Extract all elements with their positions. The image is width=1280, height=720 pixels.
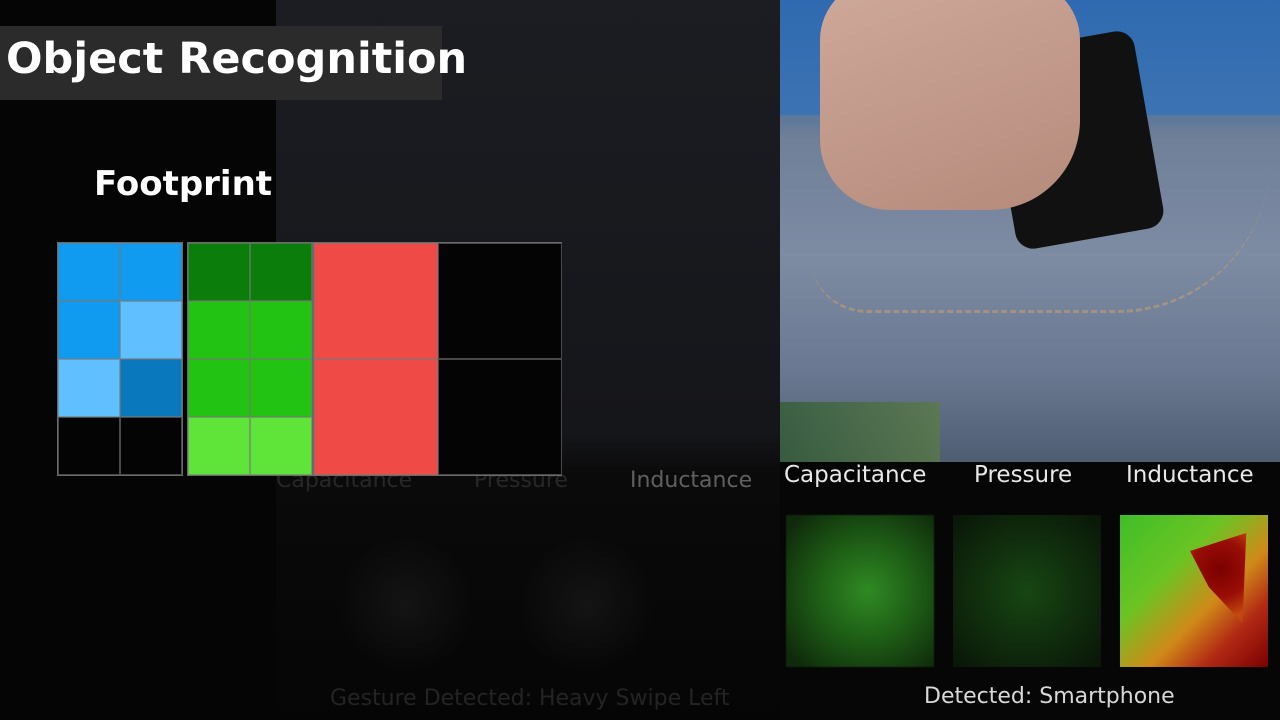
faded-heatmap-blob (336, 535, 476, 675)
footprint-grid-inductance (313, 242, 562, 476)
footprint-cell (120, 359, 182, 417)
mid-inductance-label: Inductance (630, 468, 753, 493)
footprint-cell (58, 243, 120, 301)
capacitance-label: Capacitance (784, 462, 927, 488)
footprint-cell (250, 243, 312, 301)
footprint-cell (314, 243, 438, 359)
footprint-cell (188, 359, 250, 417)
faded-heatmap-blob (516, 535, 656, 675)
grass (780, 402, 940, 462)
footprint-cell (250, 359, 312, 417)
inductance-label: Inductance (1126, 462, 1254, 488)
hand (820, 0, 1080, 210)
pressure-label: Pressure (974, 462, 1073, 488)
footprint-grid-pressure (187, 242, 313, 476)
pressure-heatmap (953, 515, 1101, 667)
page-title: Object Recognition (6, 34, 468, 84)
footprint-cell (120, 243, 182, 301)
pocket-photo (780, 0, 1280, 462)
footprint-cell (188, 417, 250, 475)
capacitance-heatmap (786, 515, 934, 667)
footprint-label: Footprint (94, 164, 273, 204)
footprint-cell (188, 301, 250, 359)
footprint-grid-capacitance (57, 242, 183, 476)
footprint-cell (58, 417, 120, 475)
footprint-cell (438, 359, 562, 475)
footprint-cell (438, 243, 562, 359)
detected-result: Detected: Smartphone (924, 684, 1175, 709)
gesture-detected-text: Gesture Detected: Heavy Swipe Left (330, 686, 730, 711)
footprint-cell (120, 417, 182, 475)
footprint-cell (188, 243, 250, 301)
inductance-hotspot (1190, 533, 1247, 623)
footprint-cell (250, 417, 312, 475)
inductance-heatmap (1120, 515, 1268, 667)
footprint-cell (58, 359, 120, 417)
footprint-cell (250, 301, 312, 359)
footprint-cell (58, 301, 120, 359)
footprint-cell (314, 359, 438, 475)
footprint-cell (120, 301, 182, 359)
